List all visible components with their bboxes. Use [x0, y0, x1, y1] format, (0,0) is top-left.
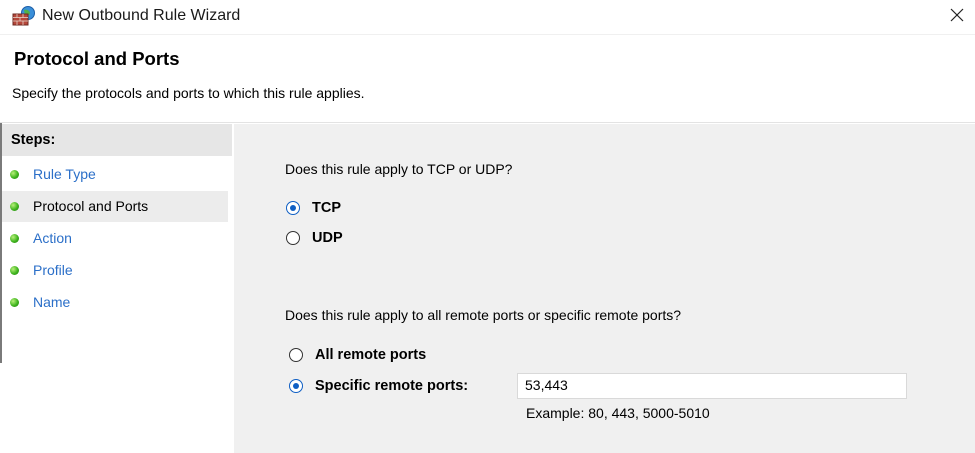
radio-all-remote-ports-indicator[interactable]: [289, 348, 303, 362]
ports-example-hint: Example: 80, 443, 5000-5010: [526, 405, 710, 421]
steps-label: Steps:: [11, 132, 56, 148]
radio-all-remote-ports[interactable]: All remote ports: [289, 347, 426, 363]
step-label: Rule Type: [33, 166, 96, 182]
step-profile[interactable]: Profile: [2, 255, 228, 286]
remote-ports-input[interactable]: 53,443: [517, 373, 907, 399]
title-bar: New Outbound Rule Wizard: [0, 0, 975, 34]
step-status-icon: [10, 266, 19, 275]
radio-tcp-label[interactable]: TCP: [312, 200, 341, 216]
window-title: New Outbound Rule Wizard: [42, 7, 241, 24]
protocol-question: Does this rule apply to TCP or UDP?: [285, 161, 513, 177]
radio-specific-remote-ports-indicator[interactable]: [289, 379, 303, 393]
radio-udp-indicator[interactable]: [286, 231, 300, 245]
ports-question: Does this rule apply to all remote ports…: [285, 307, 682, 323]
page-title: Protocol and Ports: [14, 48, 180, 69]
page-subtitle: Specify the protocols and ports to which…: [12, 85, 365, 101]
step-status-icon: [10, 202, 19, 211]
close-icon: [950, 8, 964, 27]
radio-udp-label[interactable]: UDP: [312, 230, 343, 246]
step-label: Action: [33, 230, 72, 246]
step-rule-type[interactable]: Rule Type: [2, 159, 228, 190]
step-label: Name: [33, 294, 71, 310]
radio-specific-remote-ports-label[interactable]: Specific remote ports:: [315, 378, 468, 394]
steps-sidebar: Steps: Rule Type Protocol and Ports Acti…: [2, 124, 232, 453]
firewall-icon: [12, 5, 36, 27]
content-panel: Does this rule apply to TCP or UDP? TCP …: [234, 124, 975, 453]
radio-all-remote-ports-label[interactable]: All remote ports: [315, 347, 426, 363]
steps-header: Steps:: [2, 124, 232, 156]
step-label: Profile: [33, 262, 73, 278]
close-button[interactable]: [939, 0, 975, 34]
radio-tcp-indicator[interactable]: [286, 201, 300, 215]
radio-tcp[interactable]: TCP: [286, 200, 341, 216]
radio-udp[interactable]: UDP: [286, 230, 343, 246]
step-status-icon: [10, 170, 19, 179]
step-status-icon: [10, 234, 19, 243]
step-status-icon: [10, 298, 19, 307]
step-label: Protocol and Ports: [33, 198, 149, 214]
header-divider: [0, 122, 975, 123]
step-protocol-and-ports[interactable]: Protocol and Ports: [2, 191, 228, 222]
radio-specific-remote-ports[interactable]: Specific remote ports:: [289, 378, 468, 394]
wizard-header: Protocol and Ports Specify the protocols…: [0, 34, 975, 123]
step-action[interactable]: Action: [2, 223, 228, 254]
step-name[interactable]: Name: [2, 287, 228, 318]
